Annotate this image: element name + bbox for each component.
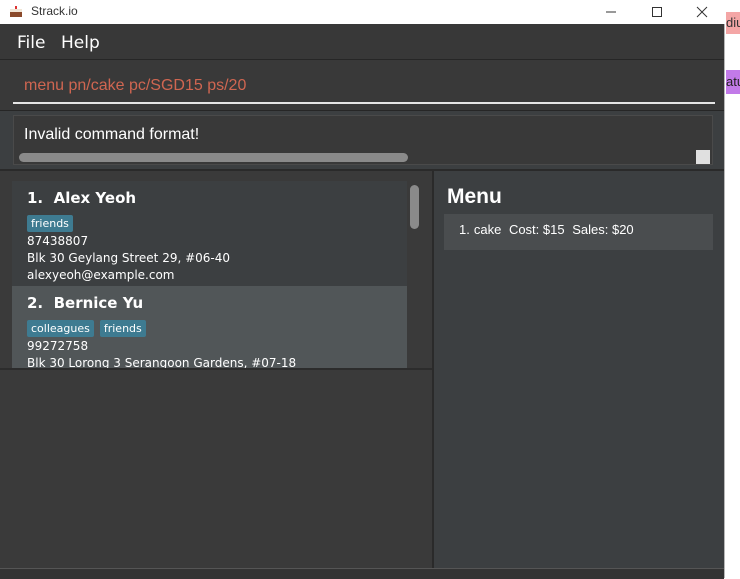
minimize-icon [606,11,616,13]
background-chip-label: diu [726,15,740,30]
person-index: 1. [27,189,44,207]
result-message: Invalid command format! [24,126,200,143]
person-email: alexyeoh@example.com [27,268,175,282]
scroll-corner [696,150,710,164]
minimize-button[interactable] [588,0,634,24]
background-chip: diu [726,12,740,34]
app-logo-icon [10,6,22,17]
background-chip: atu [726,70,740,94]
menu-bar: File Help [0,24,724,60]
person-phone: 87438807 [27,234,89,248]
command-input[interactable] [13,70,715,104]
status-bar [0,568,724,579]
command-box [0,60,724,111]
person-list-panel: 1. Alex Yeoh friends 87438807 Blk 30 Gey… [0,171,432,568]
person-name-text: Alex Yeoh [53,189,137,207]
tag: colleagues [27,320,94,337]
person-name: 1. Alex Yeoh [27,189,392,210]
result-display: Invalid command format! [0,111,724,169]
menu-item-index: 1. [459,222,470,237]
vertical-scrollbar[interactable] [410,185,419,229]
person-name-text: Bernice Yu [53,294,144,312]
title-bar[interactable]: Strack.io [0,0,725,24]
menu-item-name: cake [473,222,502,237]
person-index: 2. [27,294,44,312]
menu-list-item[interactable]: 1. cake Cost: $15 Sales: $20 [459,222,638,237]
close-icon [696,6,708,18]
menu-panel-title: Menu [447,185,502,208]
menu-item-list[interactable]: 1. cake Cost: $15 Sales: $20 [444,214,713,250]
background-chip-label: atu [726,74,740,89]
close-button[interactable] [679,0,725,24]
horizontal-scrollbar[interactable] [19,153,408,162]
tag-list: friends [27,215,392,232]
person-card[interactable]: 2. Bernice Yu colleagues friends 9927275… [12,286,407,369]
tag: friends [27,215,73,232]
person-address: Blk 30 Lorong 3 Serangoon Gardens, #07-1… [27,356,297,369]
person-address: Blk 30 Geylang Street 29, #06-40 [27,251,231,265]
maximize-button[interactable] [634,0,680,24]
menu-item-cost: Cost: $15 [508,222,565,237]
result-text-area[interactable]: Invalid command format! [13,115,713,165]
menu-panel: Menu 1. cake Cost: $15 Sales: $20 [434,171,724,568]
person-card[interactable]: 1. Alex Yeoh friends 87438807 Blk 30 Gey… [12,181,407,286]
menu-help[interactable]: Help [61,33,100,53]
person-list[interactable]: 1. Alex Yeoh friends 87438807 Blk 30 Gey… [12,181,407,369]
divider [0,368,432,370]
person-phone: 99272758 [27,339,89,353]
tag: friends [99,320,146,337]
person-name: 2. Bernice Yu [27,294,392,315]
app-window: Strack.io File Help Invalid command form… [0,0,725,579]
maximize-icon [652,7,662,17]
menu-file[interactable]: File [17,33,45,53]
tag-list: colleagues friends [27,320,392,337]
window-title: Strack.io [31,4,78,18]
menu-item-sales: Sales: $20 [572,222,634,237]
